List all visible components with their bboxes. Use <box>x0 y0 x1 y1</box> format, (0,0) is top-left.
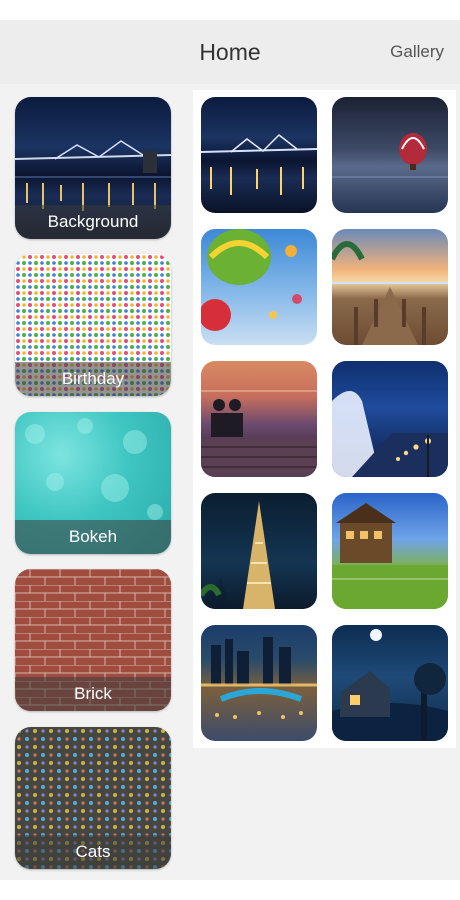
thumb-pier-sunset[interactable] <box>332 229 448 345</box>
thumb-couple-dock[interactable] <box>201 361 317 477</box>
category-label: Cats <box>15 835 171 869</box>
thumb-balloons-sky[interactable] <box>201 229 317 345</box>
hot-air-balloon-image <box>332 133 448 178</box>
image-grid <box>193 90 456 748</box>
app-bar: Home Gallery <box>0 20 460 84</box>
thumb-bridge-night[interactable] <box>201 97 317 213</box>
bridge-night-image <box>201 134 317 195</box>
category-label: Background <box>15 205 171 239</box>
bottom-bar <box>0 880 460 900</box>
thumb-house-field[interactable] <box>332 493 448 609</box>
status-bar <box>0 0 460 20</box>
category-label: Bokeh <box>15 520 171 554</box>
house-field-image <box>332 503 448 609</box>
gallery-button[interactable]: Gallery <box>390 20 444 84</box>
thumb-night-road[interactable] <box>332 361 448 477</box>
thumb-moonlit-cabin[interactable] <box>332 625 448 741</box>
thumb-eiffel-tower[interactable] <box>201 493 317 609</box>
eiffel-tower-image <box>201 501 275 609</box>
category-label: Birthday <box>15 362 171 396</box>
couple-dock-image <box>201 390 317 477</box>
thumb-balloon-sea[interactable] <box>332 97 448 213</box>
pier-sunset-image <box>332 241 448 345</box>
category-cats[interactable]: Cats <box>15 727 171 869</box>
city-night-image <box>201 637 317 719</box>
category-background[interactable]: Background <box>15 97 171 239</box>
thumb-city-night[interactable] <box>201 625 317 741</box>
moonlit-cabin-image <box>332 629 448 741</box>
balloons-sky-image <box>201 229 302 331</box>
category-bokeh[interactable]: Bokeh <box>15 412 171 554</box>
category-label: Brick <box>15 677 171 711</box>
category-birthday[interactable]: Birthday <box>15 254 171 396</box>
category-brick[interactable]: Brick <box>15 569 171 711</box>
snowy-night-road-image <box>332 391 448 477</box>
